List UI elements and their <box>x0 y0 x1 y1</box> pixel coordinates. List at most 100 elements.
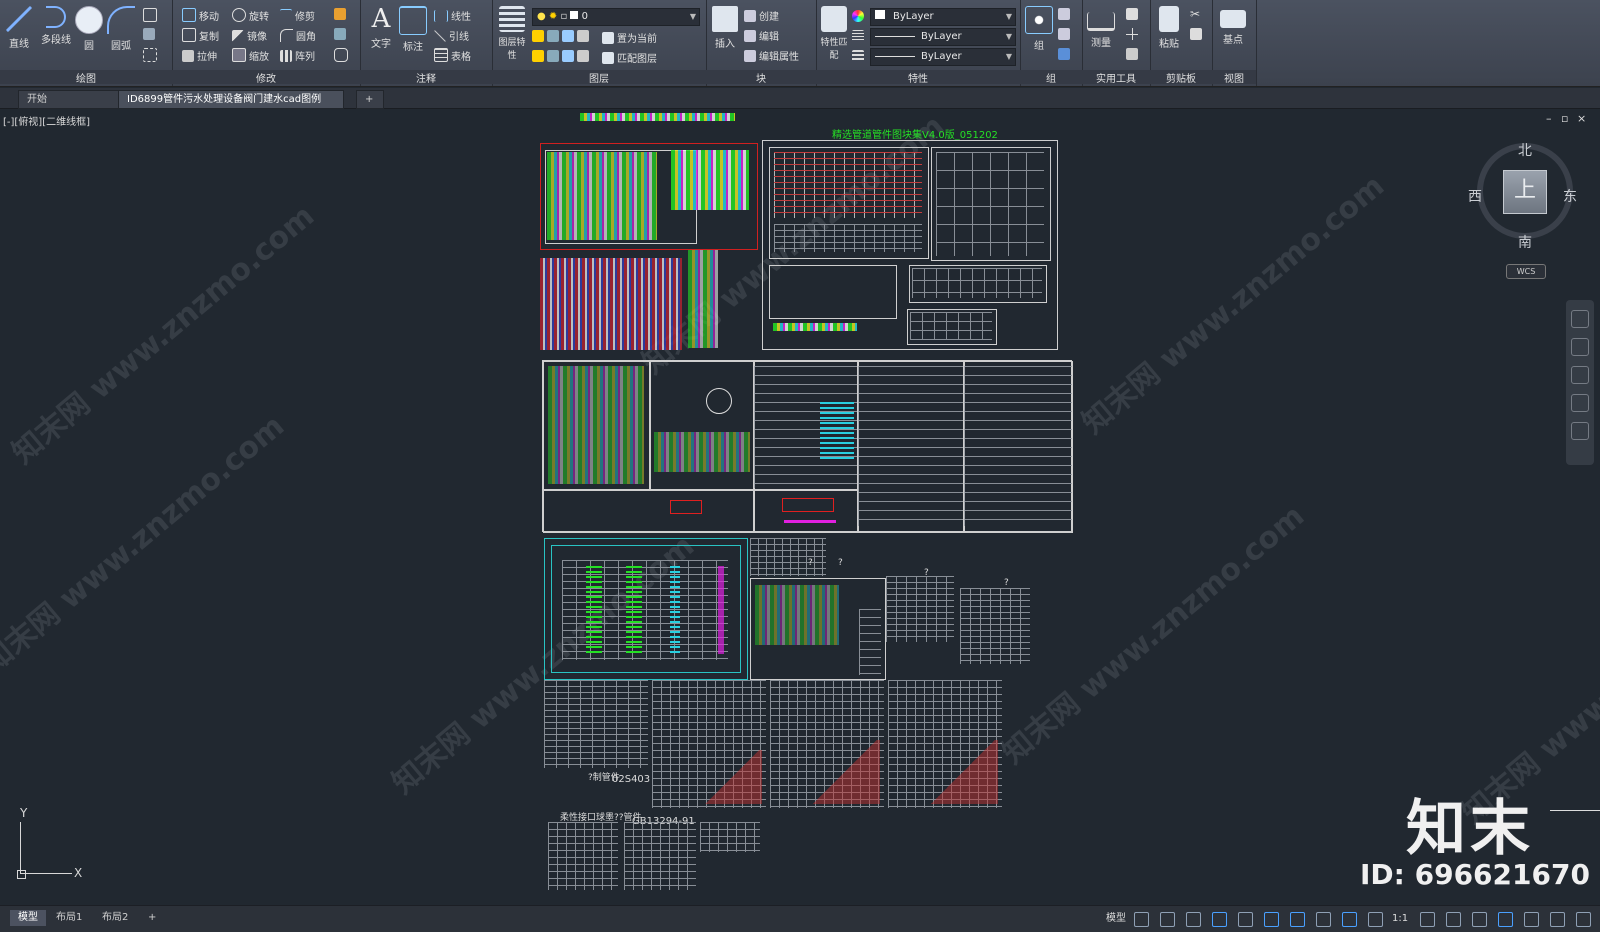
isolate-objects-icon[interactable] <box>1472 912 1487 927</box>
draw-panel-title[interactable]: 绘图 <box>0 70 172 85</box>
viewcube-top-face[interactable]: 上 <box>1503 170 1547 214</box>
edit-attributes-tool[interactable]: 编辑属性 <box>744 48 799 64</box>
region-tool[interactable] <box>143 48 160 64</box>
properties-panel-title[interactable]: 特性 <box>816 70 1020 85</box>
restore-viewport-button[interactable]: ▫ <box>1561 112 1568 125</box>
circle-tool[interactable]: 圆 <box>74 6 104 52</box>
isodraft-icon[interactable] <box>1238 912 1253 927</box>
line-tool[interactable]: 直线 <box>4 6 34 50</box>
rectangle-tool[interactable] <box>143 8 160 24</box>
mirror-tool[interactable]: 镜像 <box>232 28 267 44</box>
wcs-dropdown[interactable]: WCS <box>1506 264 1546 279</box>
group-edit-tool[interactable] <box>1058 8 1073 24</box>
view-panel-title[interactable]: 视图 <box>1212 70 1256 85</box>
polar-icon[interactable] <box>1212 912 1227 927</box>
hatch-tool[interactable] <box>143 28 158 44</box>
annotation-panel-title[interactable]: 注释 <box>360 70 492 85</box>
drawing-canvas[interactable]: [-][俯视][二维线框] – ▫ × 知末网 www.znzmo.com 知末… <box>0 110 1600 905</box>
viewcube-north[interactable]: 北 <box>1518 140 1532 160</box>
plus-icon[interactable] <box>1446 912 1461 927</box>
tab-start[interactable]: 开始 <box>18 90 128 109</box>
rotate-tool[interactable]: 旋转 <box>232 8 269 24</box>
model-space-toggle[interactable]: 模型 <box>1106 911 1126 927</box>
viewcube-west[interactable]: 西 <box>1468 186 1482 206</box>
stretch-tool[interactable]: 拉伸 <box>182 48 217 64</box>
linetype-tool[interactable] <box>852 30 867 46</box>
arc-tool[interactable]: 圆弧 <box>106 6 136 52</box>
layer-dropdown[interactable]: ● ✹ ▫ 0 ▼ <box>532 8 700 26</box>
gear-icon[interactable] <box>1420 912 1435 927</box>
calculator-tool[interactable] <box>1126 48 1141 64</box>
base-view-tool[interactable]: 基点 <box>1218 6 1248 46</box>
lineweight-dropdown[interactable]: ByLayer ▼ <box>870 48 1016 66</box>
tab-drawing[interactable]: ID6899管件污水处理设备阀门建水cad图例*× <box>118 90 344 122</box>
linear-dim-tool[interactable]: 线性 <box>434 8 471 24</box>
lineweight-tool[interactable] <box>852 50 867 66</box>
layer-properties-tool[interactable]: 图层特性 <box>498 6 526 61</box>
copy-tool[interactable]: 复制 <box>182 28 219 44</box>
polyline-tool[interactable]: 多段线 <box>38 6 74 46</box>
set-current-tool[interactable]: 置为当前 <box>602 30 657 46</box>
object-snap-icon[interactable] <box>1290 912 1305 927</box>
leader-tool[interactable]: 引线 <box>434 28 469 44</box>
close-viewport-button[interactable]: × <box>1577 112 1586 125</box>
annotation-visibility-icon[interactable] <box>1342 912 1357 927</box>
ortho-icon[interactable] <box>1186 912 1201 927</box>
group-tool[interactable]: 组 <box>1024 6 1054 52</box>
viewcube-east[interactable]: 东 <box>1563 186 1577 206</box>
fullscreen-icon[interactable] <box>1550 912 1565 927</box>
clipboard-panel-title[interactable]: 剪贴板 <box>1150 70 1212 85</box>
annotation-scale[interactable]: 1:1 <box>1392 911 1408 927</box>
viewport-controls[interactable]: [-][俯视][二维线框] <box>3 113 90 128</box>
tab-layout1[interactable]: 布局1 <box>48 910 90 926</box>
pan-icon[interactable] <box>1571 338 1589 356</box>
utilities-panel-title[interactable]: 实用工具 <box>1082 70 1150 85</box>
auto-scale-icon[interactable] <box>1368 912 1383 927</box>
quick-select-tool[interactable] <box>1126 8 1141 24</box>
hardware-acceleration-icon[interactable] <box>1498 912 1513 927</box>
layer-tools-row2[interactable] <box>532 50 592 66</box>
offset-tool[interactable] <box>334 48 351 64</box>
explode-tool[interactable] <box>334 28 349 44</box>
minimize-viewport-button[interactable]: – <box>1546 112 1552 125</box>
fillet-tool[interactable]: 圆角 <box>280 28 316 44</box>
showmotion-icon[interactable] <box>1571 422 1589 440</box>
table-tool[interactable]: 表格 <box>434 48 471 64</box>
array-tool[interactable]: 阵列 <box>280 48 315 64</box>
move-tool[interactable]: 移动 <box>182 8 219 24</box>
point-id-tool[interactable] <box>1126 28 1141 44</box>
orbit-icon[interactable] <box>1571 394 1589 412</box>
groups-panel-title[interactable]: 组 <box>1020 70 1082 85</box>
layers-panel-title[interactable]: 图层 <box>492 70 706 85</box>
snap-icon[interactable] <box>1160 912 1175 927</box>
add-layout-button[interactable]: + <box>140 910 164 926</box>
viewcube-south[interactable]: 南 <box>1518 232 1532 252</box>
steering-wheel-icon[interactable] <box>1571 310 1589 328</box>
color-wheel-tool[interactable] <box>852 10 867 26</box>
edit-block-tool[interactable]: 编辑 <box>744 28 779 44</box>
color-dropdown[interactable]: ByLayer ▼ <box>870 8 1016 26</box>
match-layer-tool[interactable]: 匹配图层 <box>602 50 657 66</box>
tab-model[interactable]: 模型 <box>10 910 46 926</box>
modify-panel-title[interactable]: 修改 <box>172 70 360 85</box>
dimension-tool[interactable]: 标注 <box>398 6 428 53</box>
text-tool[interactable]: A 文字 <box>366 6 396 50</box>
cut-tool[interactable]: ✂ <box>1190 8 1205 24</box>
insert-tool[interactable]: 插入 <box>710 6 740 50</box>
create-block-tool[interactable]: 创建 <box>744 8 779 24</box>
clean-screen-icon[interactable] <box>1524 912 1539 927</box>
match-properties-tool[interactable]: 特性匹配 <box>820 6 848 61</box>
scale-tool[interactable]: 缩放 <box>232 48 269 64</box>
paste-tool[interactable]: 粘贴 <box>1154 6 1184 50</box>
linetype-dropdown[interactable]: ByLayer ▼ <box>870 28 1016 46</box>
menu-icon[interactable] <box>1576 912 1591 927</box>
tab-layout2[interactable]: 布局2 <box>94 910 136 926</box>
new-tab-button[interactable]: + <box>356 90 384 109</box>
object-snap-tracking-icon[interactable] <box>1264 912 1279 927</box>
erase-tool[interactable] <box>334 8 349 24</box>
ungroup-tool[interactable] <box>1058 28 1073 44</box>
lineweight-display-icon[interactable] <box>1316 912 1331 927</box>
copy-clip-tool[interactable] <box>1190 28 1205 44</box>
group-select-tool[interactable] <box>1058 48 1073 64</box>
measure-tool[interactable]: 测量 <box>1086 6 1116 49</box>
